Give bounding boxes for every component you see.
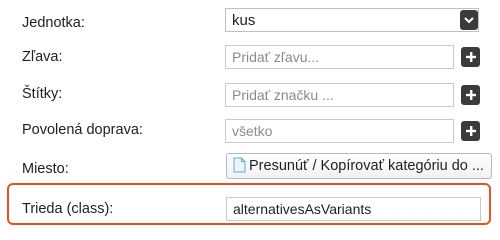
plus-icon xyxy=(465,126,476,136)
location-row: Miesto: Presunúť / Kopírovať kategóriu d… xyxy=(0,150,500,184)
unit-row: Jednotka: kus xyxy=(0,5,500,39)
tags-label: Štítky: xyxy=(22,86,63,102)
unit-select-toggle[interactable] xyxy=(460,10,478,30)
discount-label: Zľava: xyxy=(22,49,63,65)
chevron-down-icon xyxy=(464,16,474,23)
add-discount-button[interactable] xyxy=(461,47,480,67)
shipping-row: Povolená doprava: všetko xyxy=(0,113,500,147)
add-shipping-button[interactable] xyxy=(461,121,480,141)
class-value: alternativesAsVariants xyxy=(233,201,372,217)
class-input[interactable]: alternativesAsVariants xyxy=(226,197,481,221)
move-copy-category-button[interactable]: Presunúť / Kopírovať kategóriu do ... xyxy=(226,153,492,179)
discount-row: Zľava: Pridať zľavu... xyxy=(0,40,500,74)
unit-label: Jednotka: xyxy=(22,15,85,31)
tags-placeholder: Pridať značku ... xyxy=(232,87,334,103)
tags-input[interactable]: Pridať značku ... xyxy=(225,83,454,107)
unit-select[interactable]: kus xyxy=(225,8,479,32)
plus-icon xyxy=(465,52,476,62)
shipping-value: všetko xyxy=(232,123,273,139)
add-tag-button[interactable] xyxy=(461,85,480,105)
tags-row: Štítky: Pridať značku ... xyxy=(0,77,500,111)
move-copy-category-label: Presunúť / Kopírovať kategóriu do ... xyxy=(249,158,484,174)
discount-placeholder: Pridať zľavu... xyxy=(232,49,320,65)
unit-select-value: kus xyxy=(232,12,256,29)
shipping-label: Povolená doprava: xyxy=(22,122,143,138)
plus-icon xyxy=(465,90,476,100)
class-label: Trieda (class): xyxy=(22,201,114,217)
product-form: Jednotka: kus Zľava: Pridať zľavu... Ští… xyxy=(0,0,500,233)
document-icon xyxy=(233,157,246,173)
shipping-input[interactable]: všetko xyxy=(225,119,454,143)
discount-input[interactable]: Pridať zľavu... xyxy=(225,45,454,69)
location-label: Miesto: xyxy=(22,161,69,177)
